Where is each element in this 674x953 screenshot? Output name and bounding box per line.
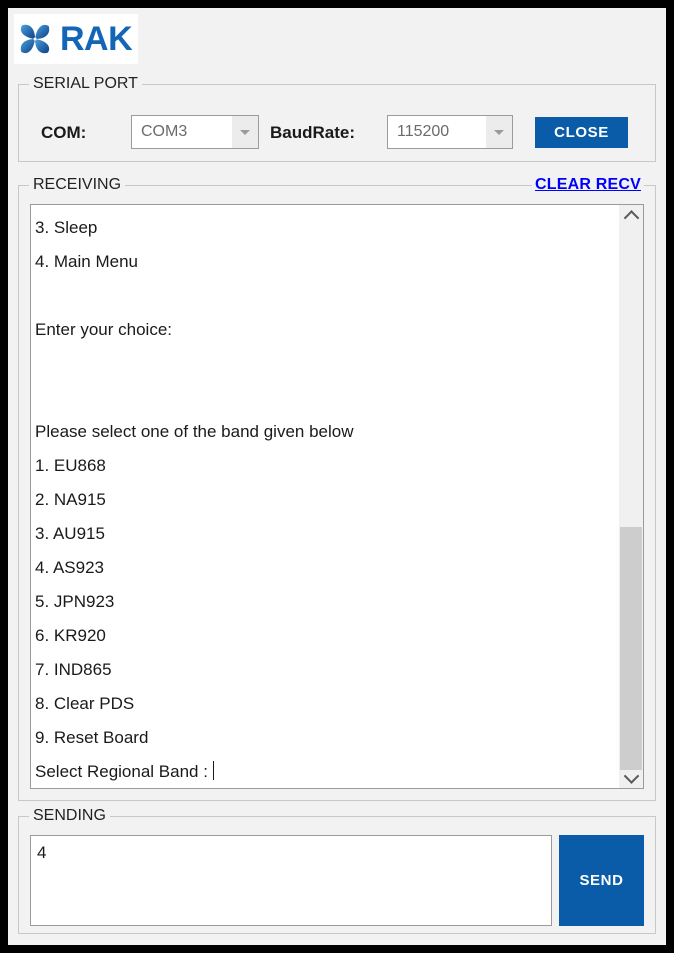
text-caret <box>212 761 214 780</box>
console-line: 7. IND865 <box>35 660 112 679</box>
brand-wordmark: RAK <box>60 20 133 58</box>
sending-group-label: SENDING <box>29 807 110 825</box>
rak-pinwheel-logo-icon <box>20 24 50 54</box>
receiving-scrollbar[interactable] <box>618 205 643 788</box>
clear-recv-link[interactable]: CLEAR RECV <box>531 175 644 195</box>
com-port-label: COM: <box>41 123 87 142</box>
console-line: 4. AS923 <box>35 558 105 577</box>
chevron-down-icon[interactable] <box>232 116 258 148</box>
baud-rate-value: 115200 <box>388 116 486 148</box>
console-line: Enter your choice: <box>35 320 173 339</box>
console-line: 5. JPN923 <box>35 592 115 611</box>
console-line: 2. NA915 <box>35 490 106 509</box>
console-line: 3. Sleep <box>35 218 98 237</box>
serial-port-group-label: SERIAL PORT <box>29 75 142 93</box>
console-line: 9. Reset Board <box>35 728 149 747</box>
console-line: 6. KR920 <box>35 626 106 645</box>
baud-rate-label: BaudRate: <box>270 123 356 142</box>
receiving-console[interactable]: 3. Sleep 4. Main Menu Enter your choice: … <box>30 204 644 789</box>
send-button[interactable]: SEND <box>559 835 644 926</box>
console-line: Please select one of the band given belo… <box>35 422 354 441</box>
app-logo: RAK <box>14 14 139 64</box>
scrollbar-thumb[interactable] <box>620 527 642 770</box>
chevron-down-icon[interactable] <box>486 116 512 148</box>
baud-rate-select[interactable]: 115200 <box>387 115 513 149</box>
console-line: 4. Main Menu <box>35 252 138 271</box>
console-line: 8. Clear PDS <box>35 694 135 713</box>
chevron-up-icon[interactable] <box>619 205 643 227</box>
chevron-down-icon[interactable] <box>619 766 643 788</box>
receiving-console-text: 3. Sleep 4. Main Menu Enter your choice: … <box>31 205 618 788</box>
application-window: RAK SERIAL PORT COM: COM3 BaudRate: 1152… <box>8 8 666 945</box>
com-port-select[interactable]: COM3 <box>131 115 259 149</box>
console-line: Select Regional Band : <box>35 761 214 781</box>
receiving-group-label: RECEIVING <box>29 176 126 194</box>
com-port-value: COM3 <box>132 116 232 148</box>
console-line: 3. AU915 <box>35 524 105 543</box>
close-port-button[interactable]: CLOSE <box>535 117 628 148</box>
send-input[interactable] <box>30 835 552 926</box>
console-line: 1. EU868 <box>35 456 106 475</box>
